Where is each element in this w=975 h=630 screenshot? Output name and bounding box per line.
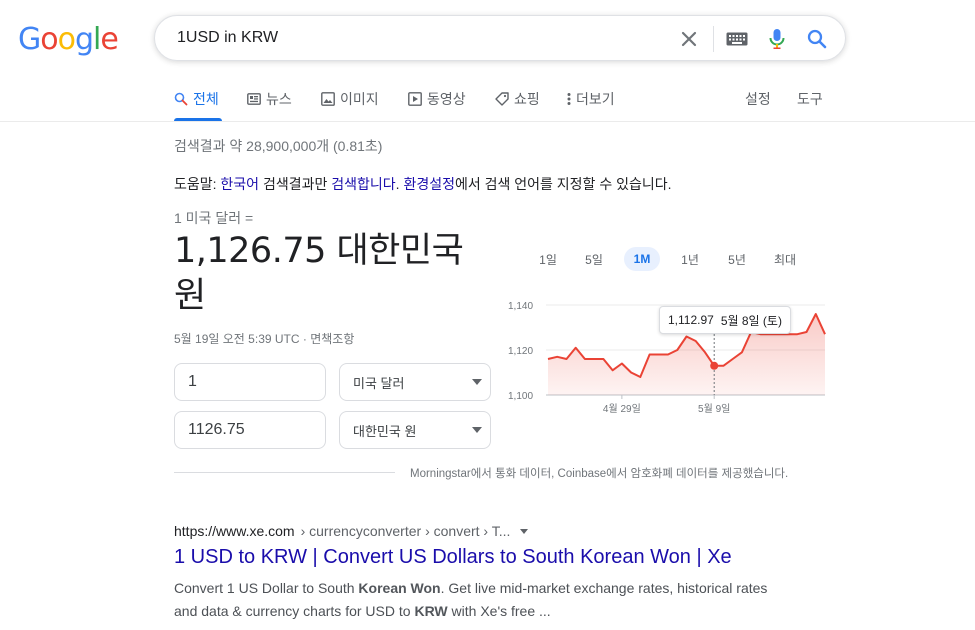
mic-icon[interactable] [765,27,789,51]
range-1m[interactable]: 1M [624,247,660,271]
search-korean-link[interactable]: 검색합니다 [331,176,395,192]
amount-from-input[interactable]: 1 [174,363,326,401]
logo-letter: o [57,22,76,57]
converter-from-label: 1 미국 달러 = [174,210,254,226]
search-divider [713,26,714,52]
converter-result-line1: 1,126.75 대한민국 [174,231,464,271]
currency-from-select[interactable]: 미국 달러 [339,363,491,401]
converter-result-line2: 원 [174,276,206,316]
search-icon[interactable] [805,27,829,51]
tooltip-date: 5월 8일 (토) [720,313,782,328]
korean-link[interactable]: 한국어 [220,176,259,192]
tab-news[interactable]: 뉴스 [247,89,292,109]
range-5y[interactable]: 5년 [721,247,753,271]
image-icon [321,92,335,106]
hover-point [710,361,719,370]
snippet-bold-1: Korean Won [358,580,441,596]
currency-to-value: 대한민국 원 [353,423,417,439]
amount-to-input[interactable]: 1126.75 [174,411,326,449]
range-1d[interactable]: 1일 [532,247,564,271]
tab-images[interactable]: 이미지 [321,89,379,109]
result-path: › currencyconverter › convert › T... [300,523,511,539]
tab-all-label: 전체 [193,91,219,107]
range-max[interactable]: 최대 [767,247,803,271]
result-snippet: Convert 1 US Dollar to South Korean Won.… [174,577,774,623]
tab-more-label: 더보기 [576,91,615,107]
timestamp-text: 5월 19일 오전 5:39 UTC · [174,332,311,346]
tab-tools[interactable]: 도구 [797,89,823,109]
tip-text-1: 검색결과만 [259,176,332,192]
search-box[interactable]: 1USD in KRW [154,15,846,61]
tab-more[interactable]: 더보기 [567,89,615,109]
x-tick-label: 5월 9일 [698,403,730,415]
keyboard-icon[interactable] [725,27,749,51]
tab-news-label: 뉴스 [266,91,292,107]
currency-to-select[interactable]: 대한민국 원 [339,411,491,449]
result-stats: 검색결과 약 28,900,000개 (0.81초) [174,138,383,154]
range-1y[interactable]: 1년 [674,247,706,271]
logo-letter: g [74,22,94,57]
search-tabs: 전체 뉴스 이미지 동영상 쇼핑 더보기 설정 도구 [0,80,975,122]
tab-settings-label: 설정 [745,91,771,107]
source-divider [174,472,395,473]
converter-result: 1,126.75 대한민국 원 [174,229,504,319]
y-tick-label: 1,120 [508,346,533,357]
snippet-bold-2: KRW [414,603,448,619]
video-icon [408,92,422,106]
tag-icon [495,92,509,106]
tab-all[interactable]: 전체 [174,89,219,109]
x-tick-label: 4월 29일 [603,403,641,415]
result-url: https://www.xe.com › currencyconverter ›… [174,523,529,539]
tab-shopping[interactable]: 쇼핑 [495,89,540,109]
tab-shopping-label: 쇼핑 [514,91,540,107]
search-input[interactable]: 1USD in KRW [177,29,278,47]
search-icon [174,92,188,106]
snippet-text-a: Convert 1 US Dollar to South [174,580,359,596]
logo-letter: o [40,22,58,57]
tip-prefix: 도움말: [174,176,221,192]
result-title-link[interactable]: 1 USD to KRW | Convert US Dollars to Sou… [174,546,732,569]
result-menu-arrow-icon[interactable] [520,528,529,534]
disclaimer-link[interactable]: 면책조항 [310,332,354,346]
tab-tools-label: 도구 [797,91,823,107]
dropdown-arrow-icon [472,379,482,385]
result-domain: https://www.xe.com [174,523,295,539]
tab-settings[interactable]: 설정 [745,89,771,109]
chart-range-tabs: 1일 5일 1M 1년 5년 최대 [524,247,824,271]
tip-text-3: 에서 검색 언어를 지정할 수 있습니다. [454,176,672,192]
tab-videos[interactable]: 동영상 [408,89,466,109]
dropdown-arrow-icon [472,427,482,433]
google-logo[interactable]: Google [18,22,119,57]
more-vert-icon [567,93,571,105]
y-tick-label: 1,100 [508,391,533,402]
tab-images-label: 이미지 [340,91,379,107]
logo-letter: e [100,22,118,57]
data-source-note: Morningstar에서 통화 데이터, Coinbase에서 암호화폐 데이… [410,468,789,480]
snippet-text-d: with Xe's free ... [447,603,551,619]
news-icon [247,93,261,105]
preferences-link[interactable]: 환경설정 [403,176,455,192]
converter-timestamp: 5월 19일 오전 5:39 UTC · 면책조항 [174,330,354,347]
currency-from-value: 미국 달러 [353,375,405,391]
range-5d[interactable]: 5일 [578,247,610,271]
tab-videos-label: 동영상 [427,91,466,107]
clear-icon[interactable] [677,27,701,51]
y-tick-label: 1,140 [508,301,533,312]
logo-letter: G [18,22,41,57]
active-tab-indicator [174,118,222,121]
tooltip-value: 1,112.97 [668,313,714,327]
chart-tooltip: 1,112.97 5월 8일 (토) [659,306,791,334]
language-tip: 도움말: 한국어 검색결과만 검색합니다. 환경설정에서 검색 언어를 지정할 … [174,174,672,194]
